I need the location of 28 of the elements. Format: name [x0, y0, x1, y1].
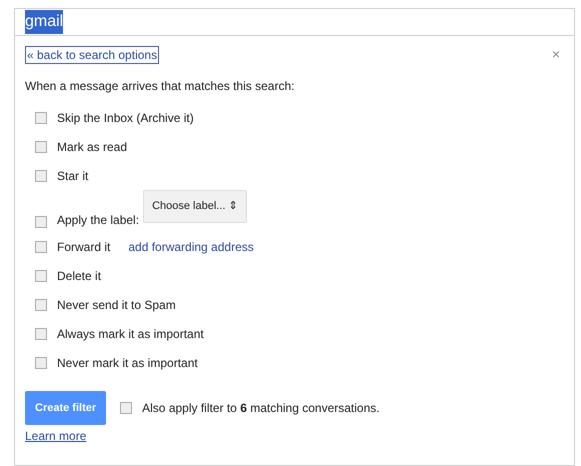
back-link[interactable]: « back to search options — [25, 46, 160, 64]
heading-text: When a message arrives that matches this search: — [25, 78, 296, 95]
checkbox[interactable] — [35, 216, 47, 228]
checkbox[interactable] — [35, 170, 47, 182]
label-dropdown[interactable]: Choose label... ⇕ — [143, 190, 246, 222]
checkbox[interactable] — [35, 112, 47, 124]
option-label: Never mark it as important — [57, 354, 198, 372]
search-text: gmail — [25, 10, 64, 34]
checkbox[interactable] — [35, 356, 47, 368]
option-label: Forward it — [57, 238, 110, 256]
checkbox[interactable] — [35, 270, 47, 282]
checkbox[interactable] — [35, 240, 47, 252]
checkbox[interactable] — [35, 140, 47, 152]
option-label: Skip the Inbox (Archive it) — [57, 110, 194, 126]
option-label: Delete it — [57, 268, 102, 284]
option-label: Mark as read — [57, 138, 128, 156]
checkbox[interactable] — [35, 298, 47, 310]
search-field[interactable]: gmail — [14, 8, 575, 36]
checkbox[interactable] — [35, 328, 47, 340]
also-apply-label: Also apply filter to 6 matching conversations. — [142, 400, 380, 417]
option-label: Star it — [57, 168, 88, 184]
option-label: Always mark it as important — [57, 326, 204, 342]
close-button[interactable]: × — [552, 44, 560, 65]
learn-more-link[interactable]: Learn more — [25, 427, 86, 445]
checkbox[interactable] — [120, 402, 132, 414]
forwarding-address-link[interactable]: add forwarding address — [128, 238, 254, 256]
option-label: Never send it to Spam — [57, 296, 176, 314]
option-label: Apply the label: — [57, 212, 140, 229]
